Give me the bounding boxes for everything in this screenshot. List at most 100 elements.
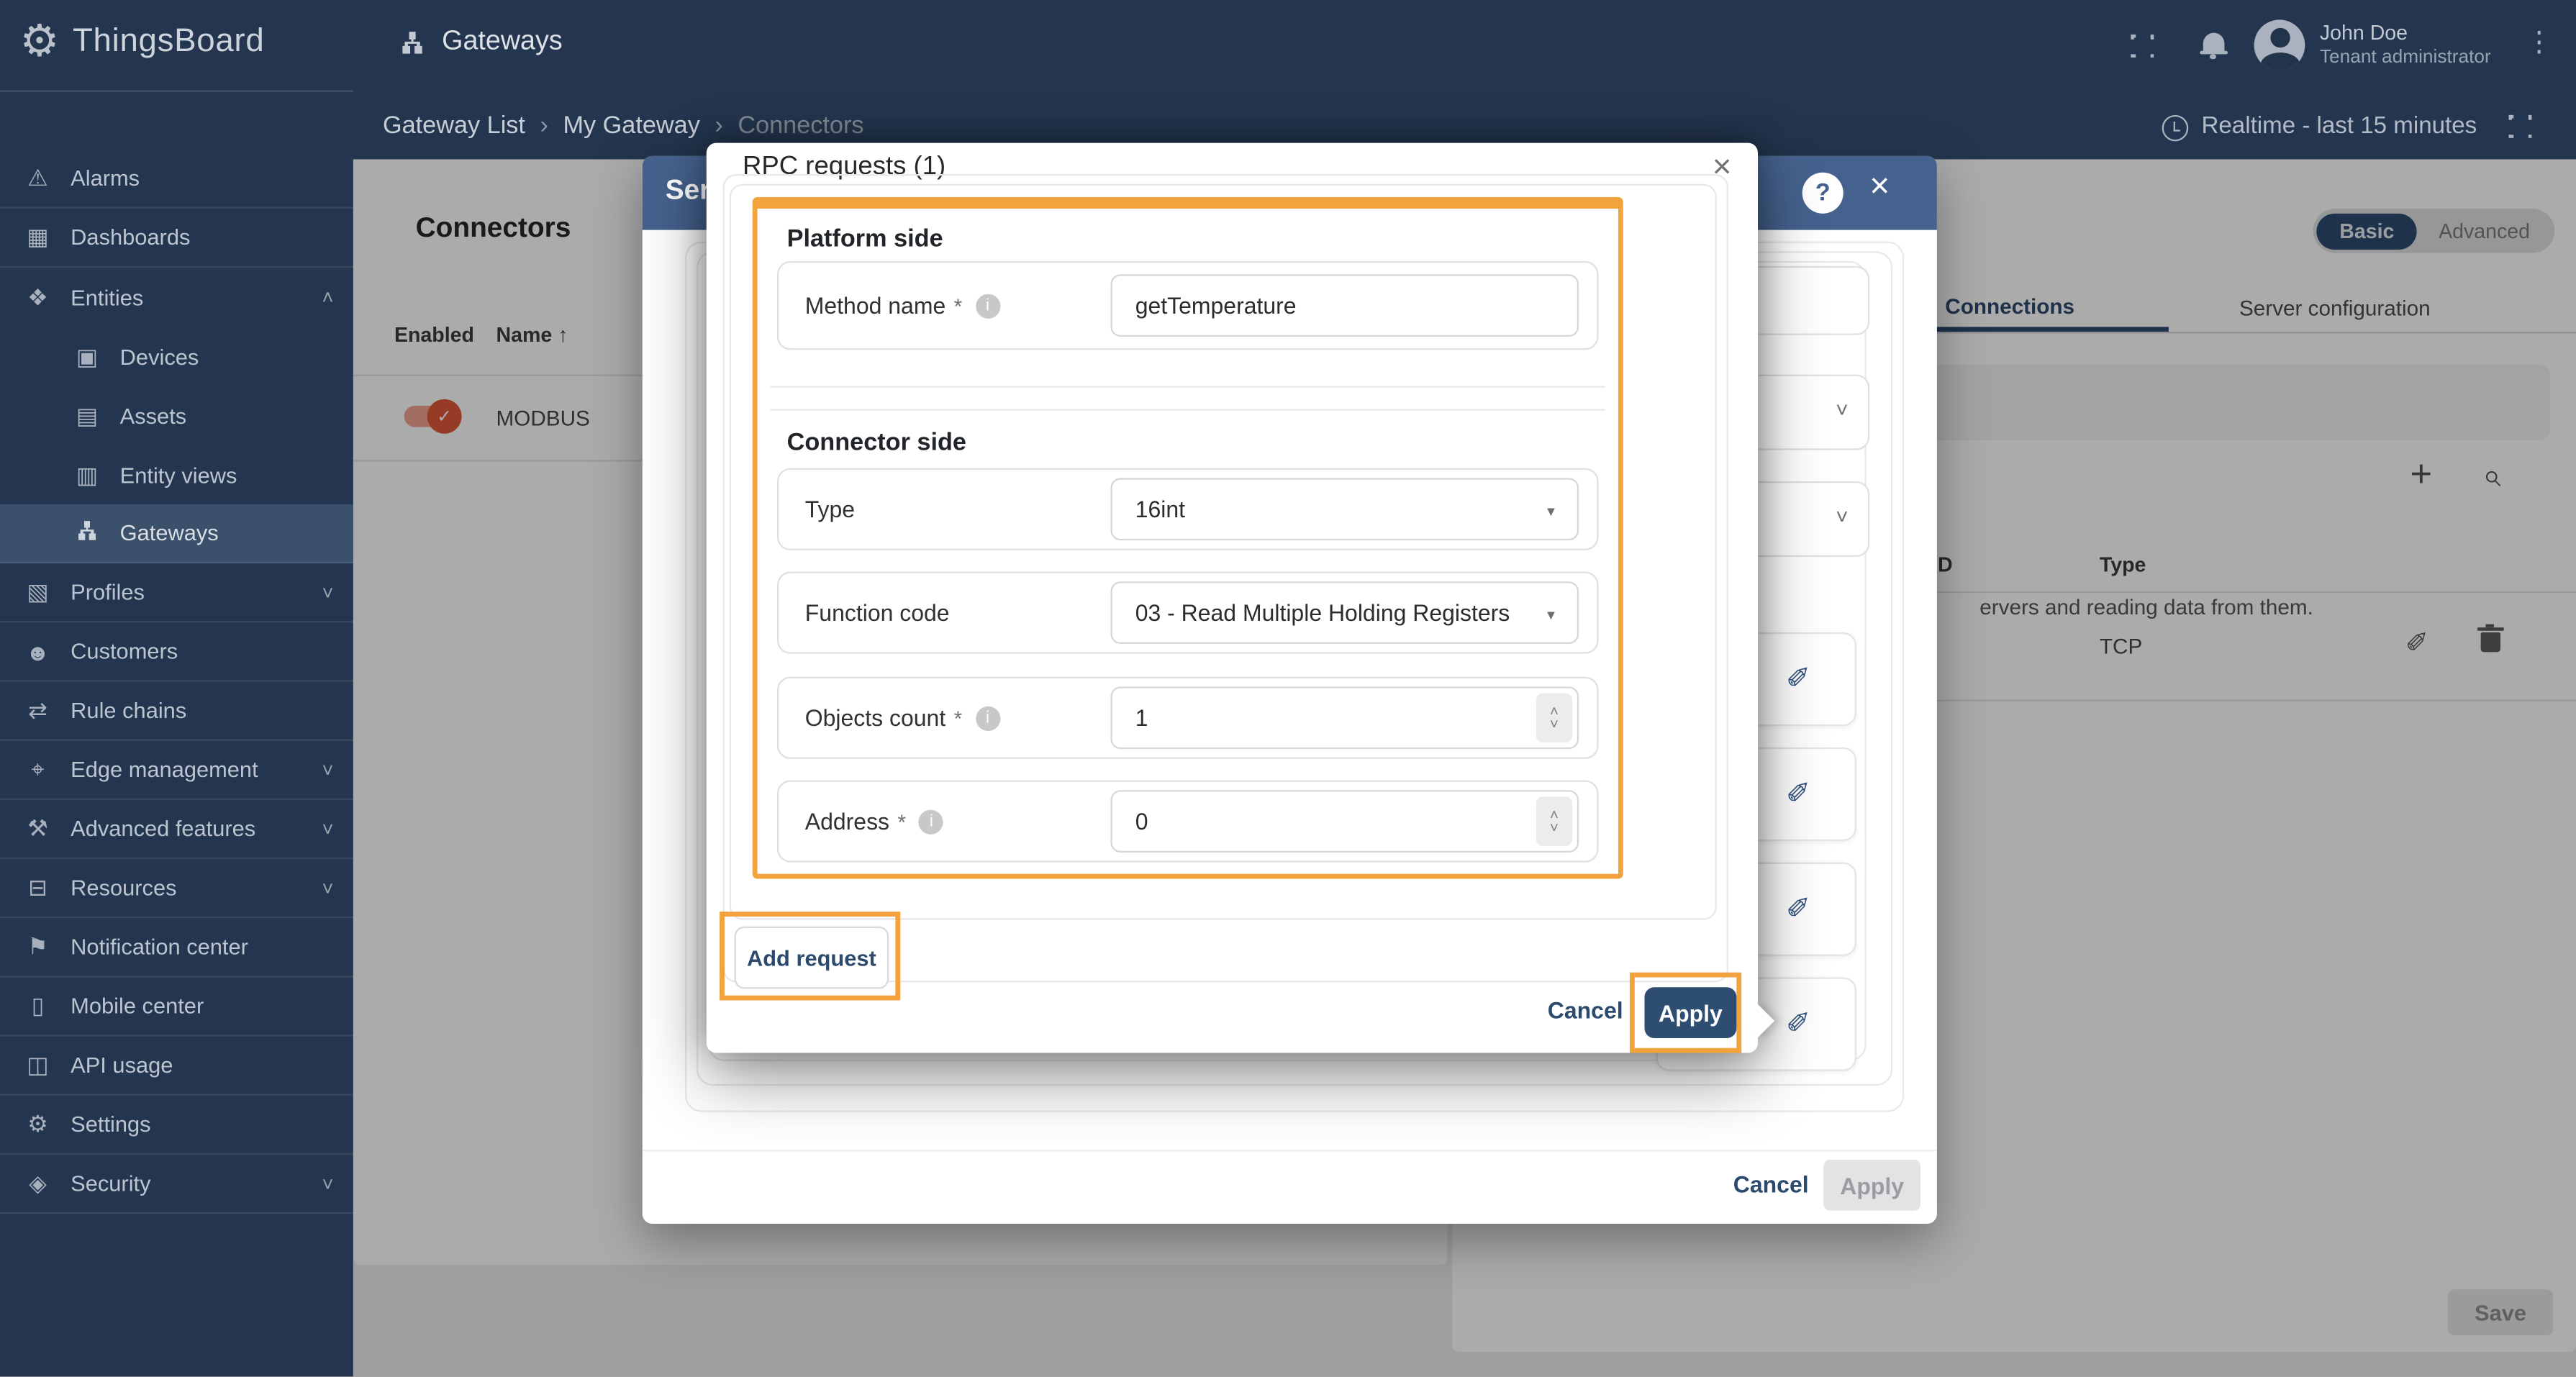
breadcrumb-separator: › (715, 112, 723, 140)
sidebar-item-settings[interactable]: ⚙ Settings (0, 1096, 353, 1155)
page-title-text: Gateways (442, 26, 563, 56)
sidebar-item-label: Advanced features (71, 816, 256, 841)
profiles-icon: ▧ (27, 578, 49, 605)
chevron-down-icon: ˅ (322, 1172, 334, 1196)
sidebar-item-label: Assets (119, 403, 187, 428)
required-marker: * (953, 293, 963, 318)
add-request-highlight: Add request (720, 912, 901, 1001)
notifications-bell-icon[interactable] (2200, 32, 2228, 60)
api-usage-icon: ◫ (27, 1051, 49, 1078)
rpc-apply-button[interactable]: Apply (1644, 987, 1737, 1038)
sidebar-item-gateways[interactable]: Gateways (0, 504, 353, 564)
sidebar-item-assets[interactable]: ▤ Assets (0, 386, 353, 445)
method-name-row: Method name * i getTemperature (776, 261, 1599, 350)
edge-management-icon: ⌖ (31, 755, 45, 782)
brand-logo[interactable]: ⚙ ThingsBoard (19, 17, 264, 68)
sidebar-item-label: Devices (119, 344, 199, 369)
rpc-form-highlight: Platform side Method name * i getTempera… (752, 196, 1623, 879)
breadcrumb-connectors: Connectors (738, 112, 864, 140)
info-icon[interactable]: i (975, 705, 1000, 730)
devices-icon: ▣ (76, 342, 99, 369)
sidebar-item-label: Security (71, 1171, 151, 1196)
chevron-down-icon: ˅ (322, 817, 334, 840)
app-viewport: Connectors Enabled Name ↑ ✓ MODBUS Basic… (0, 0, 2576, 1377)
gateways-icon (72, 519, 101, 547)
entity-views-icon: ▥ (76, 460, 99, 487)
fullscreen-icon[interactable] (2126, 29, 2159, 63)
objects-count-label: Objects count (804, 704, 946, 732)
method-name-label: Method name (804, 292, 946, 319)
spin-down-icon[interactable]: ˅ (1550, 820, 1559, 835)
user-info[interactable]: John Doe Tenant administrator (2320, 22, 2491, 71)
breadcrumb-my-gateway[interactable]: My Gateway (563, 112, 699, 140)
edit-icon[interactable]: ✐ (1786, 662, 1810, 696)
apply-highlight: Apply (1629, 972, 1742, 1053)
sidebar-item-customers[interactable]: ☻ Customers (0, 622, 353, 682)
address-row: Address * i 0 ˄ ˅ (776, 780, 1599, 863)
settings-icon: ⚙ (27, 1110, 48, 1137)
expand-time-icon[interactable] (2503, 109, 2537, 143)
sidebar-item-security[interactable]: ◈ Security ˅ (0, 1155, 353, 1214)
method-name-input[interactable]: getTemperature (1110, 274, 1579, 337)
info-icon[interactable]: i (975, 293, 1000, 318)
close-icon[interactable]: × (1869, 168, 1890, 207)
sidebar-item-entity-views[interactable]: ▥ Entity views (0, 445, 353, 504)
sidebar-item-entities[interactable]: ❖ Entities ˄ (0, 268, 353, 327)
breadcrumb-separator: › (540, 112, 548, 140)
chevron-down-icon: ˅ (322, 581, 334, 604)
edit-icon[interactable]: ✐ (1786, 1007, 1810, 1042)
breadcrumb-gateway-list[interactable]: Gateway List (383, 112, 525, 140)
function-code-select[interactable]: 03 - Read Multiple Holding Registers ▼ (1110, 581, 1579, 645)
rpc-cancel-button[interactable]: Cancel (1548, 997, 1623, 1024)
number-stepper[interactable]: ˄ ˅ (1536, 796, 1573, 846)
add-request-button[interactable]: Add request (734, 926, 889, 989)
sidebar-nav: ⌂Home ⚠Alarms ▦Dashboards ❖Entities˄ ▣De… (0, 91, 353, 1214)
sidebar-item-edge-management[interactable]: ⌖ Edge management ˅ (0, 741, 353, 800)
edit-icon[interactable]: ✐ (1786, 892, 1810, 927)
page-title: Gateways (399, 27, 563, 58)
sidebar-item-dashboards[interactable]: ▦ Dashboards (0, 209, 353, 268)
resources-icon: ⊟ (28, 873, 47, 901)
server-cancel-button[interactable]: Cancel (1733, 1171, 1809, 1198)
brand-name: ThingsBoard (72, 22, 265, 60)
sidebar-item-label: Entities (71, 285, 144, 310)
sidebar-item-label: Entity views (119, 462, 237, 487)
sidebar-item-profiles[interactable]: ▧ Profiles ˅ (0, 563, 353, 623)
security-icon: ◈ (29, 1169, 47, 1196)
sidebar-item-resources[interactable]: ⊟ Resources ˅ (0, 859, 353, 919)
divider (770, 409, 1605, 411)
sidebar-item-label: Rule chains (71, 698, 187, 723)
sidebar-item-label: Settings (71, 1112, 151, 1137)
address-input[interactable]: 0 ˄ ˅ (1110, 790, 1579, 853)
sidebar-item-label: Dashboards (71, 224, 191, 250)
sidebar-item-api-usage[interactable]: ◫ API usage (0, 1037, 353, 1096)
sidebar-item-mobile-center[interactable]: ▯ Mobile center (0, 978, 353, 1037)
sidebar-item-devices[interactable]: ▣ Devices (0, 327, 353, 386)
sidebar-item-label: Profiles (71, 579, 145, 605)
help-icon[interactable]: ? (1802, 172, 1843, 214)
sidebar-item-label: Customers (71, 639, 178, 664)
info-icon[interactable]: i (919, 809, 944, 834)
sidebar-item-rule-chains[interactable]: ⇄ Rule chains (0, 682, 353, 741)
assets-icon: ▤ (76, 401, 99, 428)
sidebar-item-label: Edge management (71, 757, 258, 782)
sidebar-item-label: Resources (71, 875, 177, 901)
avatar[interactable] (2254, 19, 2305, 71)
kebab-menu-icon[interactable]: ⋮ (2525, 27, 2553, 60)
spin-down-icon[interactable]: ˅ (1550, 717, 1559, 732)
platform-side-title: Platform side (786, 224, 943, 253)
edit-icon[interactable]: ✐ (1786, 777, 1810, 812)
number-stepper[interactable]: ˄ ˅ (1536, 693, 1573, 743)
customers-icon: ☻ (25, 638, 50, 665)
sidebar-item-notification-center[interactable]: ⚑ Notification center (0, 918, 353, 978)
time-range-button[interactable]: Realtime - last 15 minutes (2201, 114, 2477, 140)
sidebar-item-label: Gateways (119, 520, 219, 546)
required-marker: * (953, 705, 963, 730)
divider (642, 1150, 1937, 1152)
gateways-title-icon (402, 31, 422, 53)
type-select[interactable]: 16int ▼ (1110, 478, 1579, 541)
sidebar: ⌂Home ⚠Alarms ▦Dashboards ❖Entities˄ ▣De… (0, 0, 353, 1377)
objects-count-input[interactable]: 1 ˄ ˅ (1110, 686, 1579, 750)
server-apply-button-disabled[interactable]: Apply (1823, 1159, 1921, 1211)
sidebar-item-advanced-features[interactable]: ⚒ Advanced features ˅ (0, 800, 353, 860)
